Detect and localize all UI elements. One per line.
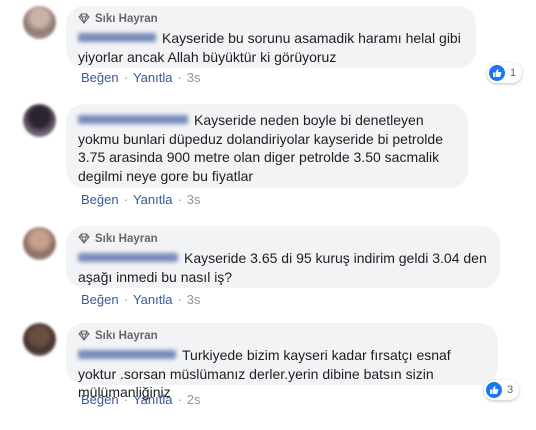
separator: · — [123, 292, 128, 307]
comment-text: Kayseride bu sorunu asamadik haramı hela… — [78, 29, 464, 66]
like-link[interactable]: Beğen — [81, 70, 119, 85]
like-link[interactable]: Beğen — [81, 192, 119, 207]
comment-actions: Beğen · Yanıtla · 2s — [81, 392, 201, 408]
timestamp[interactable]: 3s — [187, 192, 201, 207]
avatar[interactable] — [23, 104, 56, 137]
diamond-icon — [78, 233, 90, 245]
reply-link[interactable]: Yanıtla — [133, 392, 173, 407]
reaction-count[interactable]: 3 — [484, 380, 520, 400]
author-name[interactable] — [78, 253, 178, 262]
reply-link[interactable]: Yanıtla — [133, 292, 173, 307]
like-link[interactable]: Beğen — [81, 392, 119, 407]
comment-bubble: Sıkı Hayran Turkiyede bizim kayseri kada… — [66, 323, 498, 400]
timestamp[interactable]: 3s — [187, 292, 201, 307]
separator: · — [123, 192, 128, 207]
top-fan-badge: Sıkı Hayran — [78, 12, 464, 26]
reaction-count[interactable]: 1 — [487, 63, 523, 83]
reply-link[interactable]: Yanıtla — [133, 192, 173, 207]
comment-actions: Beğen · Yanıtla · 3s — [81, 70, 201, 86]
avatar[interactable] — [23, 6, 56, 39]
thumbs-up-icon — [486, 382, 502, 398]
diamond-icon — [78, 330, 90, 342]
comment-bubble: Sıkı Hayran Kayseride bu sorunu asamadik… — [66, 6, 476, 68]
badge-label: Sıkı Hayran — [95, 330, 158, 342]
like-link[interactable]: Beğen — [81, 292, 119, 307]
comment-actions: Beğen · Yanıtla · 3s — [81, 292, 201, 308]
timestamp[interactable]: 3s — [187, 70, 201, 85]
top-fan-badge: Sıkı Hayran — [78, 329, 486, 343]
comment-text: Kayseride neden boyle bi denetleyen yokm… — [78, 111, 456, 185]
avatar[interactable] — [23, 323, 56, 356]
top-fan-badge: Sıkı Hayran — [78, 232, 488, 246]
separator: · — [177, 70, 182, 85]
comment-bubble: Sıkı Hayran Kayseride 3.65 di 95 kuruş i… — [66, 226, 500, 288]
comment-bubble: Kayseride neden boyle bi denetleyen yokm… — [66, 104, 468, 188]
badge-label: Sıkı Hayran — [95, 13, 158, 25]
comment-actions: Beğen · Yanıtla · 3s — [81, 192, 201, 208]
reaction-number: 3 — [507, 384, 514, 396]
separator: · — [123, 392, 128, 407]
reaction-number: 1 — [510, 67, 517, 79]
thumbs-up-icon — [489, 65, 505, 81]
diamond-icon — [78, 13, 90, 25]
author-name[interactable] — [78, 33, 156, 42]
badge-label: Sıkı Hayran — [95, 233, 158, 245]
separator: · — [177, 192, 182, 207]
separator: · — [177, 392, 182, 407]
reply-link[interactable]: Yanıtla — [133, 70, 173, 85]
author-name[interactable] — [78, 350, 176, 359]
avatar[interactable] — [23, 227, 56, 260]
comment-text: Kayseride 3.65 di 95 kuruş indirim geldi… — [78, 249, 488, 286]
timestamp[interactable]: 2s — [187, 392, 201, 407]
separator: · — [123, 70, 128, 85]
separator: · — [177, 292, 182, 307]
author-name[interactable] — [78, 115, 188, 124]
